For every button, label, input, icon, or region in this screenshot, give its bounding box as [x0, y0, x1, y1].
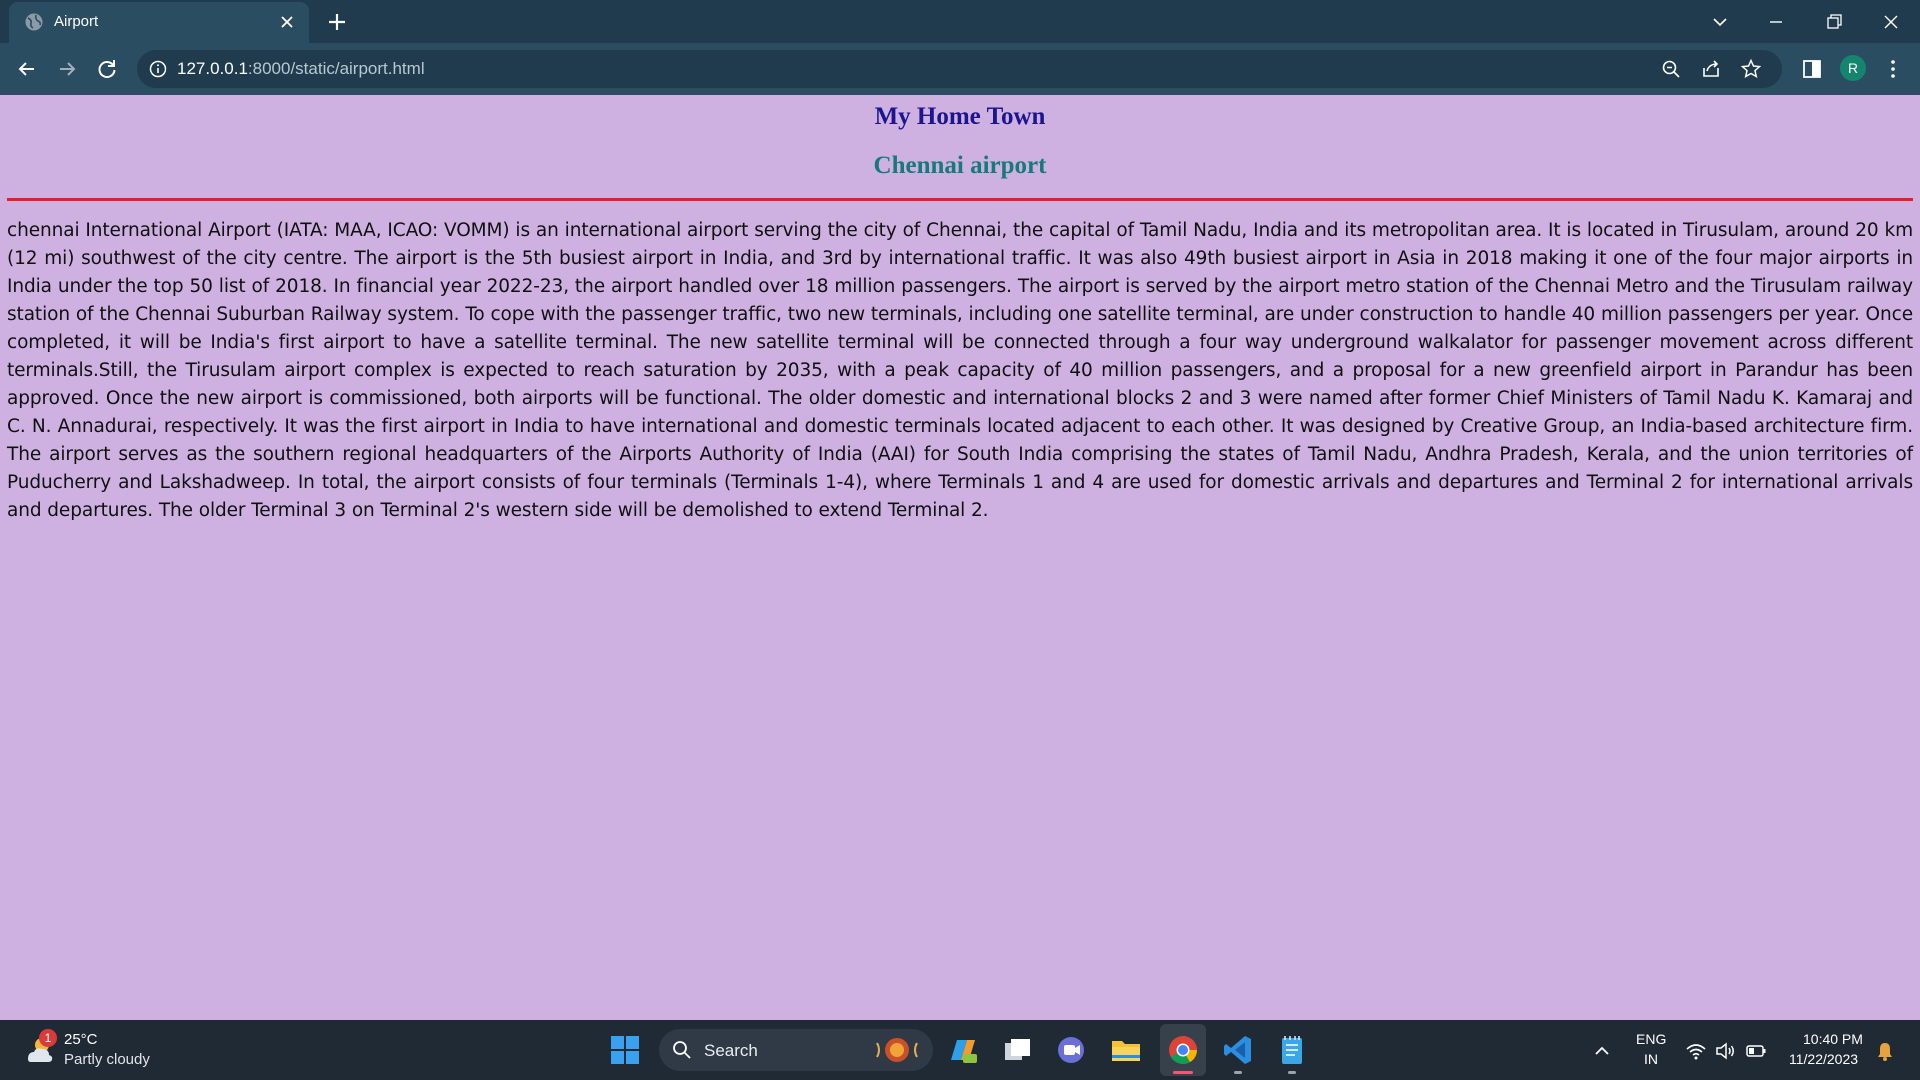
- site-info-icon[interactable]: [149, 60, 167, 78]
- notification-bell-icon[interactable]: [1874, 1040, 1896, 1062]
- bookmark-star-icon[interactable]: [1740, 58, 1762, 80]
- chrome-running-indicator: [1173, 1071, 1193, 1074]
- input-language[interactable]: ENG: [1636, 1031, 1666, 1047]
- side-panel-icon[interactable]: [1799, 56, 1825, 82]
- globe-favicon-icon: [25, 13, 43, 31]
- show-hidden-icons-chevron-icon[interactable]: [1591, 1040, 1613, 1062]
- chrome-icon[interactable]: [1165, 1032, 1201, 1068]
- clock-date[interactable]: 11/22/2023: [1789, 1051, 1858, 1067]
- url-path: :8000/static/airport.html: [247, 59, 425, 78]
- windows-start-icon[interactable]: [610, 1035, 640, 1065]
- task-view-icon[interactable]: [999, 1032, 1035, 1068]
- clock-time[interactable]: 10:40 PM: [1803, 1031, 1863, 1047]
- tab-title: Airport: [54, 13, 99, 30]
- minimize-icon[interactable]: [1762, 8, 1790, 36]
- restore-icon[interactable]: [1820, 8, 1848, 36]
- weather-alert-badge: 1: [39, 1029, 57, 1047]
- reload-icon[interactable]: [94, 56, 120, 82]
- search-label: Search: [704, 1041, 758, 1060]
- page-subheading: Chennai airport: [873, 152, 1047, 179]
- page-heading: My Home Town: [874, 103, 1046, 130]
- wifi-icon[interactable]: [1685, 1040, 1707, 1062]
- airport-description: chennai International Airport (IATA: MAA…: [7, 220, 1913, 521]
- vscode-icon[interactable]: [1220, 1032, 1256, 1068]
- volume-icon[interactable]: [1714, 1040, 1736, 1062]
- url-host: 127.0.0.1: [177, 59, 248, 78]
- tab-search-chevron-icon[interactable]: [1706, 8, 1734, 36]
- web-page: My Home Town Chennai airport chennai Int…: [0, 95, 1920, 1020]
- input-region[interactable]: IN: [1644, 1051, 1658, 1067]
- search-icon: [673, 1041, 691, 1059]
- zoom-icon[interactable]: [1660, 58, 1682, 80]
- weather-temperature: 25°C: [64, 1031, 98, 1048]
- horizontal-rule: [7, 198, 1913, 201]
- browser-title-bar: Airport: [0, 0, 1920, 43]
- windows-taskbar: 1 25°C Partly cloudy Search ENG IN 10:40…: [0, 1020, 1920, 1080]
- address-bar[interactable]: 127.0.0.1:8000/static/airport.html: [137, 50, 1782, 88]
- taskbar-search-box[interactable]: Search: [659, 1029, 933, 1071]
- notepad-running-indicator: [1288, 1071, 1296, 1074]
- copilot-icon[interactable]: [945, 1032, 981, 1068]
- new-tab-icon[interactable]: [326, 11, 348, 33]
- search-highlight-icon: [876, 1038, 918, 1062]
- weather-condition: Partly cloudy: [64, 1051, 150, 1068]
- file-explorer-icon[interactable]: [1108, 1032, 1144, 1068]
- chrome-menu-icon[interactable]: [1880, 56, 1906, 82]
- profile-avatar[interactable]: R: [1840, 55, 1866, 81]
- vscode-running-indicator: [1234, 1071, 1242, 1074]
- browser-tab-active[interactable]: Airport: [9, 2, 309, 43]
- share-icon[interactable]: [1700, 58, 1722, 80]
- close-window-icon[interactable]: [1877, 8, 1905, 36]
- notepad-icon[interactable]: [1274, 1032, 1310, 1068]
- browser-toolbar: 127.0.0.1:8000/static/airport.html R: [0, 43, 1920, 95]
- forward-arrow-icon[interactable]: [54, 56, 80, 82]
- battery-icon[interactable]: [1745, 1040, 1767, 1062]
- url-text[interactable]: 127.0.0.1:8000/static/airport.html: [177, 59, 425, 79]
- teams-chat-icon[interactable]: [1053, 1032, 1089, 1068]
- back-arrow-icon[interactable]: [14, 56, 40, 82]
- close-tab-icon[interactable]: [279, 14, 295, 30]
